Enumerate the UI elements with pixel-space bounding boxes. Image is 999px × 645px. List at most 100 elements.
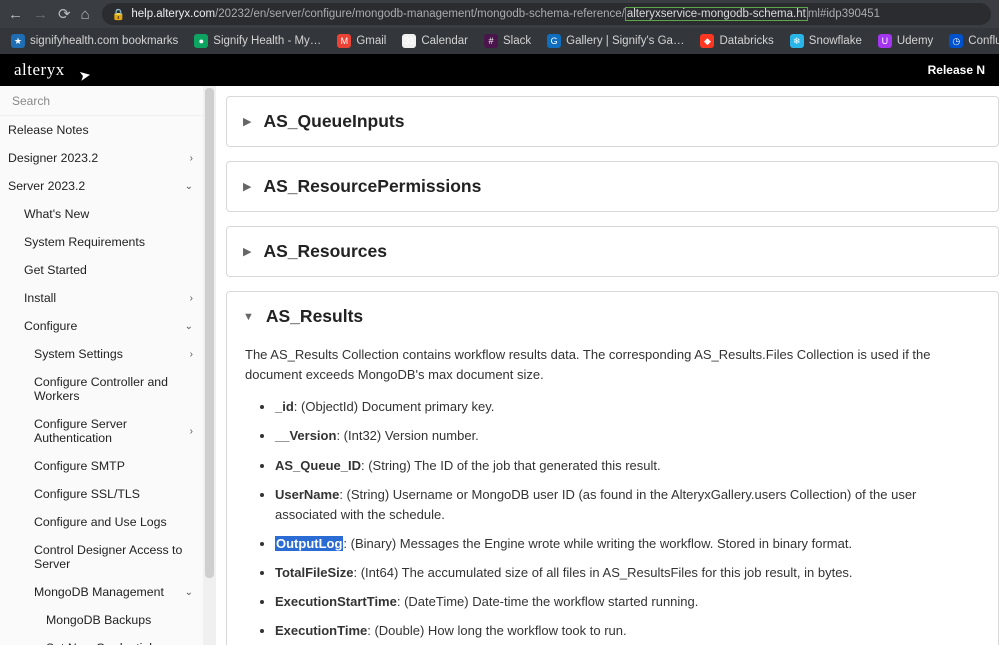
chevron-down-icon: ▼ (243, 311, 254, 323)
nav-item-label: MongoDB Management (34, 585, 164, 599)
field-desc: : (Binary) Messages the Engine wrote whi… (343, 536, 852, 551)
bookmark-label: Signify Health - My… (213, 35, 321, 47)
chevron-right-icon: › (190, 153, 193, 164)
nav-item[interactable]: Release Notes (0, 116, 203, 144)
nav-item[interactable]: Designer 2023.2› (0, 144, 203, 172)
chevron-down-icon: ⌄ (185, 587, 193, 598)
results-intro: The AS_Results Collection contains workf… (245, 345, 980, 385)
bookmark-label: Databricks (719, 35, 773, 47)
bookmark-icon: G (547, 34, 561, 48)
bookmark-item[interactable]: U Udemy (873, 32, 938, 50)
chevron-right-icon: ▶ (243, 245, 251, 258)
bookmark-label: Slack (503, 35, 531, 47)
nav-item[interactable]: MongoDB Backups (0, 606, 203, 634)
chevron-right-icon: ▶ (243, 180, 251, 193)
chevron-down-icon: ⌄ (185, 181, 193, 192)
nav-item-label: Configure (24, 319, 77, 333)
bookmark-icon: ★ (11, 34, 25, 48)
nav-item-label: Control Designer Access to Server (34, 543, 193, 571)
brand-logo[interactable]: alteryx (14, 60, 65, 80)
accordion-resources[interactable]: ▶AS_Resources (226, 226, 999, 277)
field-name: ExecutionTime (275, 623, 367, 638)
field-desc: : (ObjectId) Document primary key. (294, 399, 495, 414)
accordion-results: ▼ AS_Results The AS_Results Collection co… (226, 291, 999, 645)
field-desc: : (Int32) Version number. (336, 428, 478, 443)
chevron-right-icon: ▶ (243, 115, 251, 128)
bookmark-item[interactable]: ● Signify Health - My… (189, 32, 326, 50)
accordion-body: The AS_Results Collection contains workf… (227, 341, 998, 645)
chevron-right-icon: › (190, 293, 193, 304)
bookmarks-bar: ★signifyhealth.com bookmarks ● Signify Hea… (0, 28, 999, 54)
release-link[interactable]: Release N (928, 63, 985, 77)
sidebar: Search Release NotesDesigner 2023.2›Serv… (0, 86, 203, 645)
nav-arrows: ← → ⟳ ⌂ (8, 7, 90, 22)
bookmark-icon: M (337, 34, 351, 48)
nav-item-label: Configure and Use Logs (34, 515, 167, 529)
bookmark-item[interactable]: MGmail (332, 32, 391, 50)
nav-item[interactable]: Install › (0, 284, 203, 312)
nav-item-label: Configure Server Authentication (34, 417, 190, 445)
reload-button[interactable]: ⟳ (58, 7, 71, 22)
nav-item[interactable]: Set New Credentials (0, 634, 203, 645)
bookmark-item[interactable]: ★signifyhealth.com bookmarks (6, 32, 183, 50)
chevron-right-icon: › (190, 349, 193, 360)
bookmark-icon: ● (194, 34, 208, 48)
nav-item-label: Install (24, 291, 56, 305)
sidebar-wrap: Search Release NotesDesigner 2023.2›Serv… (0, 86, 216, 645)
nav-item-label: System Settings (34, 347, 123, 361)
accordion-title: AS_QueueInputs (263, 111, 404, 132)
field-desc: : (String) The ID of the job that genera… (361, 458, 661, 473)
nav-item-label: Configure SSL/TLS (34, 487, 140, 501)
nav-item[interactable]: System Settings › (0, 340, 203, 368)
bookmark-icon: # (484, 34, 498, 48)
field-desc: : (String) Username or MongoDB user ID (… (275, 487, 916, 522)
browser-toolbar: ← → ⟳ ⌂ 🔒 help.alteryx.com/20232/en/serv… (0, 0, 999, 28)
field-item: TotalFileSize: (Int64) The accumulated s… (275, 563, 980, 583)
address-bar[interactable]: 🔒 help.alteryx.com/20232/en/server/confi… (102, 3, 991, 25)
accordion-title: AS_Results (266, 306, 363, 327)
content-area: ▶AS_QueueInputs ▶AS_ResourcePermissions … (216, 86, 999, 645)
bookmark-label: Confluence - Data… (968, 35, 999, 47)
bookmark-label: Udemy (897, 35, 933, 47)
accordion-resourcepermissions[interactable]: ▶ AS_ResourcePermissions (226, 161, 999, 212)
cursor-icon: ➤ (78, 66, 93, 85)
bookmark-item[interactable]: ◷ Confluence - Data… (944, 32, 999, 50)
bookmark-item[interactable]: ◆ Databricks (695, 32, 778, 50)
nav-item[interactable]: Configure and Use Logs (0, 508, 203, 536)
nav-item[interactable]: System Requirements (0, 228, 203, 256)
field-item: _id: (ObjectId) Document primary key. (275, 397, 980, 417)
field-desc: : (Int64) The accumulated size of all fi… (354, 565, 853, 580)
nav-item[interactable]: Server 2023.2⌄ (0, 172, 203, 200)
bookmark-item[interactable]: ❄Snowflake (785, 32, 867, 50)
bookmark-item[interactable]: 31Calendar (397, 32, 473, 50)
nav-item-label: Get Started (24, 263, 87, 277)
field-name: AS_Queue_ID (275, 458, 361, 473)
accordion-queueinputs[interactable]: ▶ AS_QueueInputs (226, 96, 999, 147)
bookmark-icon: ◷ (949, 34, 963, 48)
nav-item[interactable]: Configure⌄ (0, 312, 203, 340)
bookmark-item[interactable]: GGallery | Signify's Ga… (542, 32, 689, 50)
nav-item[interactable]: Control Designer Access to Server (0, 536, 203, 578)
nav-item[interactable]: MongoDB Management ⌄ (0, 578, 203, 606)
nav-item[interactable]: What's New (0, 200, 203, 228)
bookmark-icon: U (878, 34, 892, 48)
search-input[interactable]: Search (0, 86, 203, 116)
bookmark-icon: ◆ (700, 34, 714, 48)
home-button[interactable]: ⌂ (81, 7, 90, 22)
field-desc: : (Double) How long the workflow took to… (367, 623, 626, 638)
accordion-title: AS_ResourcePermissions (263, 176, 481, 197)
scrollbar-thumb[interactable] (205, 88, 214, 578)
lock-icon: 🔒 (112, 8, 126, 21)
field-name: __Version (275, 428, 336, 443)
sidebar-scrollbar[interactable] (203, 86, 216, 645)
accordion-header[interactable]: ▼ AS_Results (227, 292, 998, 341)
bookmark-item[interactable]: # Slack (479, 32, 536, 50)
field-name: UserName (275, 487, 339, 502)
nav-item[interactable]: Configure SMTP (0, 452, 203, 480)
nav-item[interactable]: Configure Controller and Workers (0, 368, 203, 410)
nav-item[interactable]: Configure SSL/TLS (0, 480, 203, 508)
nav-item[interactable]: Get Started (0, 256, 203, 284)
forward-button[interactable]: → (33, 7, 48, 22)
back-button[interactable]: ← (8, 7, 23, 22)
nav-item[interactable]: Configure Server Authentication› (0, 410, 203, 452)
